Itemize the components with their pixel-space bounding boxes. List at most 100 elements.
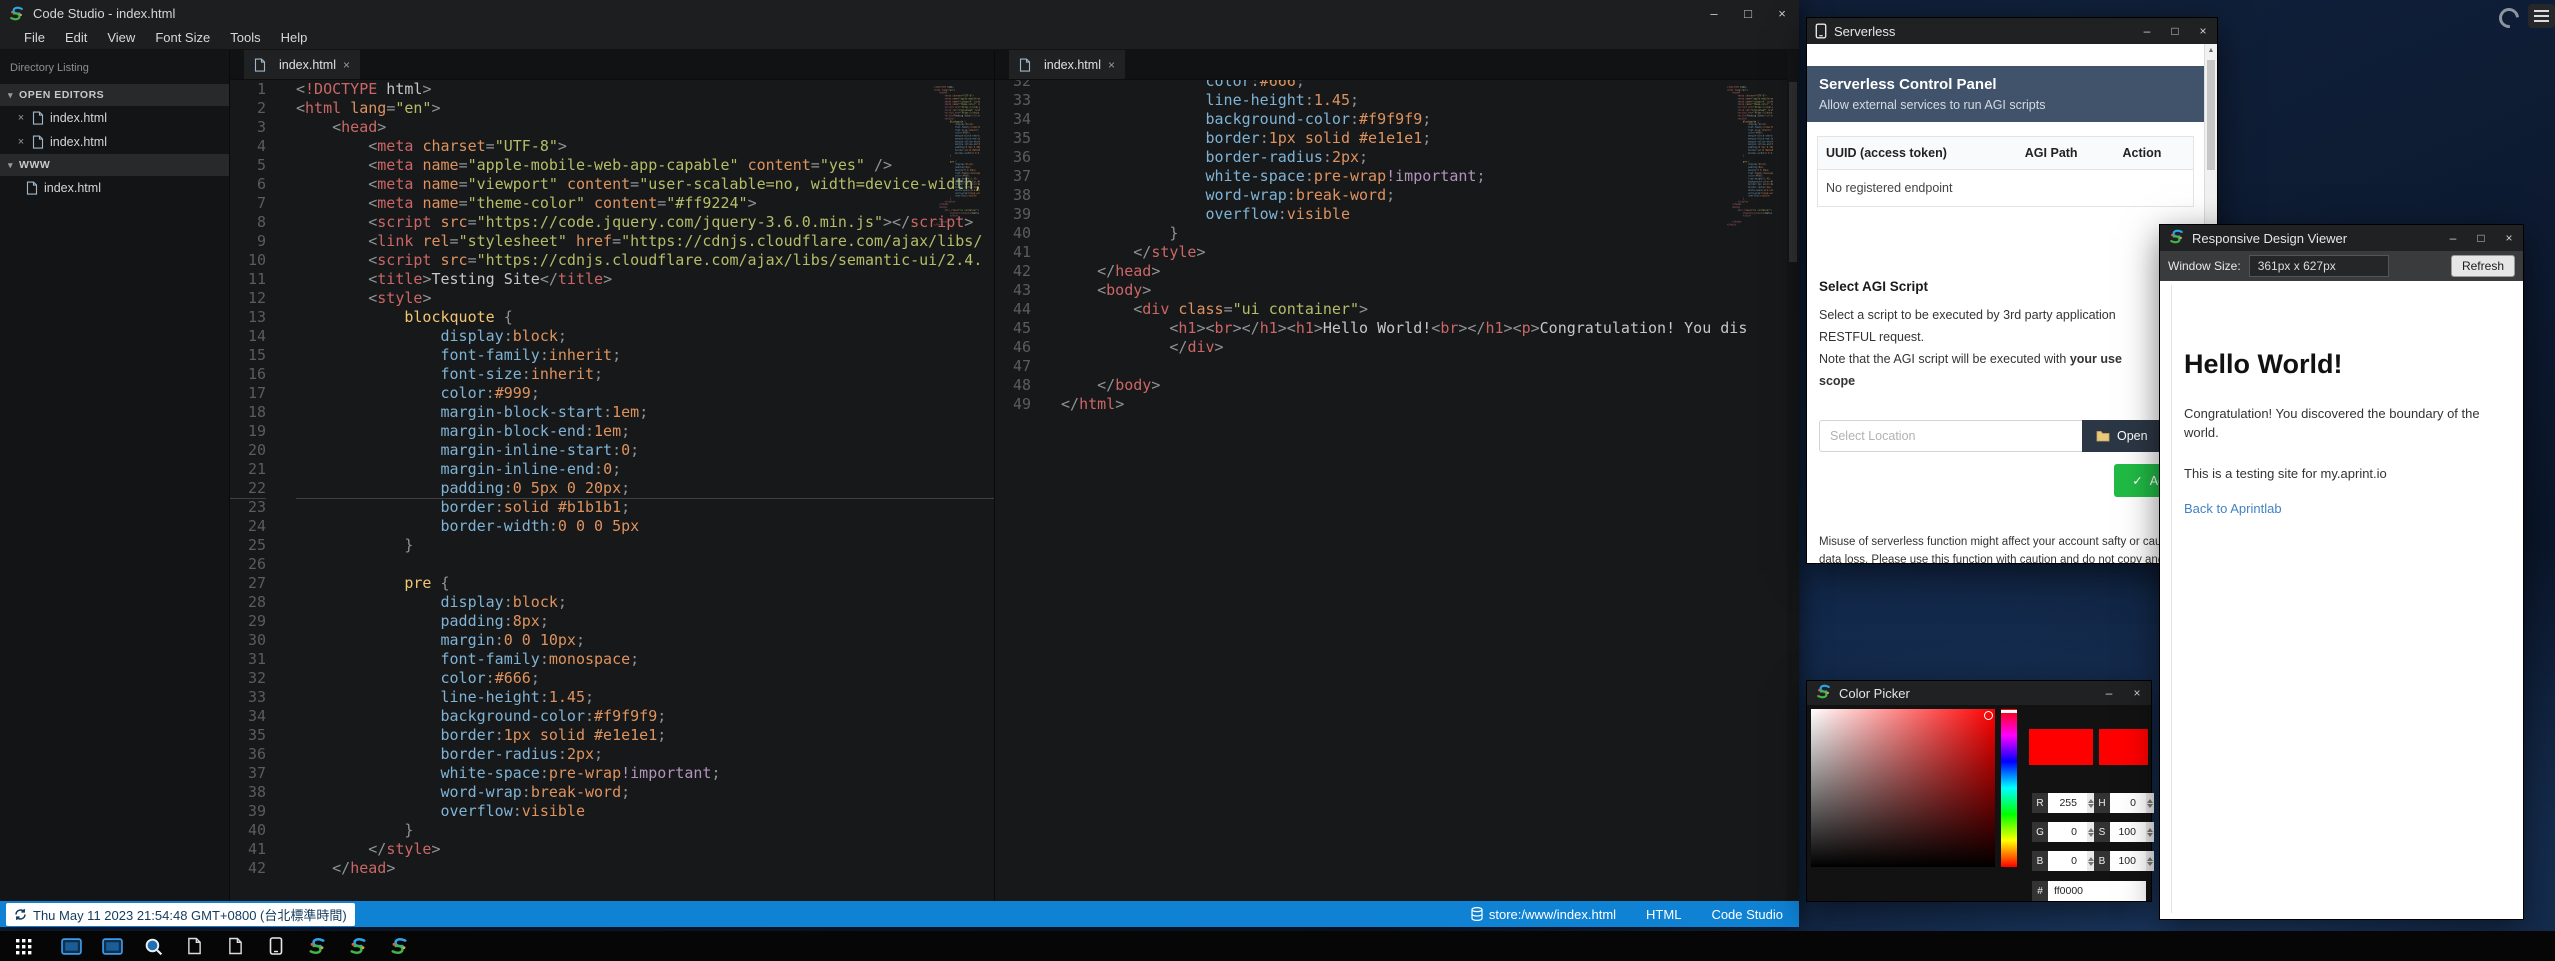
maximize-icon[interactable]: □	[2467, 225, 2495, 251]
taskbar-icons	[10, 933, 427, 959]
red-input[interactable]	[2048, 793, 2087, 813]
page-heading: Hello World!	[2184, 349, 2523, 380]
hue-slider[interactable]	[2001, 709, 2017, 867]
code-editor[interactable]: color:#666; line-height:1.45; background…	[1047, 80, 1799, 901]
tab-index-html[interactable]: index.html ×	[244, 50, 360, 79]
status-language[interactable]: HTML	[1646, 907, 1681, 922]
responsive-design-viewer-window: Responsive Design Viewer – □ × Window Si…	[2160, 225, 2523, 919]
close-icon[interactable]: ×	[2123, 680, 2151, 706]
green-label: G	[2032, 822, 2048, 842]
menu-font-size[interactable]: Font Size	[145, 26, 220, 49]
terminal-icon[interactable]	[99, 933, 125, 959]
tab-bar: index.html ×	[995, 50, 1799, 80]
menu-help[interactable]: Help	[271, 26, 318, 49]
scroll-up-icon[interactable]: ▲	[2205, 44, 2217, 58]
section-www[interactable]: ▾ WWW	[0, 154, 229, 176]
close-icon[interactable]: ×	[14, 112, 28, 124]
menu-file[interactable]: File	[14, 26, 55, 49]
file-icon[interactable]	[222, 933, 248, 959]
hue-input[interactable]	[2110, 793, 2146, 813]
saturation-brightness-field[interactable]	[1811, 709, 1995, 867]
status-file-path[interactable]: store:/www/index.html	[1471, 907, 1616, 922]
refresh-button[interactable]: Refresh	[2451, 255, 2515, 277]
back-to-aprintlab-link[interactable]: Back to Aprintlab	[2184, 501, 2282, 516]
stepper-icon[interactable]	[2146, 851, 2154, 871]
open-editor-item[interactable]: × index.html	[0, 130, 229, 154]
stepper-icon[interactable]	[2146, 822, 2154, 842]
menu-edit[interactable]: Edit	[55, 26, 97, 49]
sb-cursor	[1984, 711, 1993, 720]
chevron-down-icon: ▾	[8, 160, 13, 171]
terminal-icon[interactable]	[58, 933, 84, 959]
editor-pane-left: index.html × 123456789101112131415161718…	[230, 50, 994, 901]
previous-color-swatch	[2099, 729, 2148, 765]
folder-icon	[2096, 430, 2110, 442]
maximize-icon[interactable]: □	[1731, 0, 1765, 26]
maximize-icon[interactable]: □	[2161, 18, 2189, 44]
code-studio-logo-icon	[1815, 683, 1832, 703]
sync-icon	[14, 908, 27, 921]
code-studio-icon[interactable]	[304, 933, 330, 959]
hex-label: #	[2032, 881, 2048, 901]
brightness-input[interactable]	[2110, 851, 2146, 871]
hamburger-menu-button[interactable]	[2528, 4, 2555, 28]
window-size-input[interactable]	[2249, 255, 2389, 277]
minimize-icon[interactable]: –	[2133, 18, 2161, 44]
serverless-header-title: Serverless Control Panel	[1819, 76, 2192, 93]
stepper-icon[interactable]	[2146, 793, 2154, 813]
tab-index-html[interactable]: index.html ×	[1009, 50, 1125, 79]
status-bar: Thu May 11 2023 21:54:48 GMT+0800 (台北標準時…	[0, 901, 1799, 927]
code-studio-icon[interactable]	[345, 933, 371, 959]
close-icon[interactable]: ×	[1108, 58, 1115, 72]
scrollbar[interactable]	[1787, 50, 1799, 901]
select-location-input[interactable]	[1819, 420, 2082, 452]
blue-label: B	[2032, 851, 2048, 871]
app-launcher-icon[interactable]	[10, 933, 36, 959]
viewer-toolbar: Window Size: Refresh	[2160, 251, 2523, 281]
blue-input[interactable]	[2048, 851, 2087, 871]
code-studio-logo-icon	[8, 5, 25, 22]
close-icon[interactable]: ×	[2189, 18, 2217, 44]
hue-label: H	[2094, 793, 2110, 813]
menu-tools[interactable]: Tools	[220, 26, 270, 49]
minimap[interactable]: <!DOCTYPE html> <html lang="en"> <head> …	[934, 86, 980, 238]
code-studio-icon[interactable]	[386, 933, 412, 959]
select-agi-script-title: Select AGI Script	[1819, 279, 2192, 294]
hex-input[interactable]	[2048, 881, 2146, 901]
search-icon[interactable]	[140, 933, 166, 959]
open-editor-item[interactable]: × index.html	[0, 106, 229, 130]
close-icon[interactable]: ×	[1765, 0, 1799, 26]
code-studio-window: Code Studio - index.html – □ × File Edit…	[0, 0, 1799, 927]
close-icon[interactable]: ×	[14, 136, 28, 148]
serverless-header: Serverless Control Panel Allow external …	[1807, 66, 2204, 122]
col-uuid: UUID (access token)	[1818, 137, 2017, 170]
rendered-page: Hello World! Congratulation! You discove…	[2160, 281, 2523, 919]
endpoint-table: UUID (access token) AGI Path Action No r…	[1817, 136, 2194, 207]
hue-cursor	[2001, 710, 2017, 713]
section-open-editors[interactable]: ▾ OPEN EDITORS	[0, 84, 229, 106]
close-icon[interactable]: ×	[343, 58, 350, 72]
minimize-icon[interactable]: –	[2095, 680, 2123, 706]
file-icon[interactable]	[181, 933, 207, 959]
serverless-device-icon[interactable]	[263, 933, 289, 959]
saturation-input[interactable]	[2110, 822, 2146, 842]
file-icon	[1019, 58, 1031, 72]
minimize-icon[interactable]: –	[1697, 0, 1731, 26]
tree-item-index-html[interactable]: index.html	[0, 176, 229, 200]
page-paragraph: Congratulation! You discovered the bound…	[2184, 404, 2484, 442]
sidebar-title: Directory Listing	[0, 50, 229, 84]
menu-view[interactable]: View	[97, 26, 145, 49]
clock-status-item[interactable]: Thu May 11 2023 21:54:48 GMT+0800 (台北標準時…	[6, 903, 355, 926]
scroll-thumb[interactable]	[2207, 60, 2215, 170]
green-input[interactable]	[2048, 822, 2087, 842]
status-app-name[interactable]: Code Studio	[1711, 907, 1783, 922]
file-icon	[254, 58, 266, 72]
minimize-icon[interactable]: –	[2439, 225, 2467, 251]
sidebar: Directory Listing ▾ OPEN EDITORS × index…	[0, 50, 230, 901]
status-time: Thu May 11 2023 21:54:48 GMT+0800 (台北標準時…	[33, 905, 347, 924]
current-color-swatch	[2029, 729, 2093, 765]
close-icon[interactable]: ×	[2495, 225, 2523, 251]
minimap[interactable]: <!DOCTYPE html> <html lang="en"> <head> …	[1727, 86, 1773, 238]
code-editor[interactable]: <!DOCTYPE html><html lang="en"> <head> <…	[282, 80, 994, 901]
line-numbers: 1234567891011121314151617181920212223242…	[230, 80, 282, 901]
